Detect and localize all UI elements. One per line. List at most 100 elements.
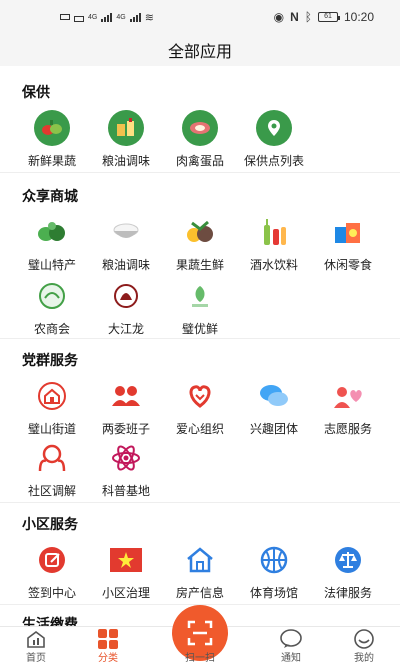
app-label: 大江龙 [107,322,144,336]
app-bishan-specialty[interactable]: 璧山特产 [14,214,90,273]
bluetooth-icon: ᛒ [304,10,312,24]
section-title-community: 小区服务 [22,516,78,532]
app-label: 两委班子 [101,422,150,436]
app-meat-eggs[interactable]: 肉禽蛋品 [162,110,238,169]
home-icon [25,629,47,649]
app-label: 保供点列表 [243,154,304,168]
app-label: 房产信息 [175,586,224,600]
status-time: 10:20 [343,10,374,24]
section-divider [0,502,400,503]
app-label: 农商会 [33,322,70,336]
specialty-icon [34,214,70,250]
dajianglong-logo-icon [108,278,144,314]
biyouxian-logo-icon [182,278,218,314]
checkin-edit-icon [34,542,70,578]
app-label: 签到中心 [27,586,76,600]
app-biyouxian[interactable]: 璧优鲜 [162,278,238,337]
tab-notice[interactable]: 通知 [261,629,321,664]
snack-icon [330,214,366,250]
home-outline-icon [182,542,218,578]
app-grain-oil[interactable]: 粮油调味 [88,110,164,169]
tab-scan[interactable]: 扫一扫 [170,649,230,664]
app-committee[interactable]: 两委班子 [88,378,164,437]
chamber-logo-icon [34,278,70,314]
app-fresh-produce[interactable]: 新鲜果蔬 [14,110,90,169]
app-grid: 保供 新鲜果蔬 粮油调味 肉禽蛋品 保供点列表 众享商城 璧山特产 粮油调味 果… [0,66,400,626]
atom-icon [108,440,144,476]
app-snacks[interactable]: 休闲零食 [310,214,386,273]
tab-label: 扫一扫 [185,653,215,664]
fruit-icon [182,214,218,250]
battery-icon: 61 [317,12,340,22]
tab-label: 通知 [281,653,301,664]
app-fresh-fruit[interactable]: 果蔬生鲜 [162,214,238,273]
section-title-party: 党群服务 [22,352,78,368]
grain-oil-icon [108,110,144,146]
app-label: 社区调解 [27,484,76,498]
tab-mine[interactable]: 我的 [334,629,394,664]
app-label: 璧山街道 [27,422,76,436]
app-label: 新鲜果蔬 [27,154,76,168]
app-community-governance[interactable]: 小区治理 [88,542,164,601]
app-label: 粮油调味 [101,258,150,272]
heart-hands-icon [182,378,218,414]
app-label: 兴趣团体 [249,422,298,436]
signal-icon-2 [129,12,141,22]
network-label-2: 4G [116,13,126,21]
app-label: 肉禽蛋品 [175,154,224,168]
app-label: 酒水饮料 [249,258,298,272]
app-label: 志愿服务 [323,422,372,436]
app-label: 法律服务 [323,586,372,600]
app-label: 休闲零食 [323,258,372,272]
signal-icon [101,12,113,22]
mediation-icon [34,440,70,476]
app-property-info[interactable]: 房产信息 [162,542,238,601]
wifi-icon: ≋ [144,11,154,24]
sim-icon-2 [74,16,84,22]
app-mediation[interactable]: 社区调解 [14,440,90,499]
app-dajianglong[interactable]: 大江龙 [88,278,164,337]
app-volunteer[interactable]: 志愿服务 [310,378,386,437]
app-interest-groups[interactable]: 兴趣团体 [236,378,312,437]
bottom-tab-bar: 首页 分类 扫一扫 通知 我的 [0,605,400,666]
group-icon [108,378,144,414]
smiley-icon [353,629,375,649]
scales-icon [330,542,366,578]
app-supply-points[interactable]: 保供点列表 [236,110,312,169]
app-label: 爱心组织 [175,422,224,436]
app-label: 璧山特产 [27,258,76,272]
app-label: 璧优鲜 [181,322,218,336]
nfc-icon: N [290,10,299,24]
section-title-bills: 生活缴费 [22,616,78,626]
section-divider [0,172,400,173]
status-right: ◉ N ᛒ 61 10:20 [274,10,374,24]
app-legal-service[interactable]: 法律服务 [310,542,386,601]
tab-home[interactable]: 首页 [6,629,66,664]
app-drinks[interactable]: 酒水饮料 [236,214,312,273]
chat-bubble-icon [280,629,302,649]
app-sports-venue[interactable]: 体育场馆 [236,542,312,601]
battery-level: 61 [324,13,332,20]
grid-icon [97,629,119,649]
app-checkin[interactable]: 签到中心 [14,542,90,601]
eye-icon: ◉ [273,10,285,24]
tab-category[interactable]: 分类 [78,629,138,664]
flag-icon [108,542,144,578]
meat-icon [182,110,218,146]
house-circle-icon [34,378,70,414]
sim-icon [60,14,70,20]
app-label: 果蔬生鲜 [175,258,224,272]
location-pin-icon [256,110,292,146]
status-left: 4G 4G ≋ [60,11,154,24]
vegetable-icon [34,110,70,146]
app-mall-grain-oil[interactable]: 粮油调味 [88,214,164,273]
app-label: 粮油调味 [101,154,150,168]
network-label-1: 4G [88,13,98,21]
app-science-base[interactable]: 科普基地 [88,440,164,499]
section-divider [0,338,400,339]
app-label: 小区治理 [101,586,150,600]
section-title-mall: 众享商城 [22,188,78,204]
app-bishan-street[interactable]: 璧山街道 [14,378,90,437]
app-charity-org[interactable]: 爱心组织 [162,378,238,437]
app-farmers-chamber[interactable]: 农商会 [14,278,90,337]
